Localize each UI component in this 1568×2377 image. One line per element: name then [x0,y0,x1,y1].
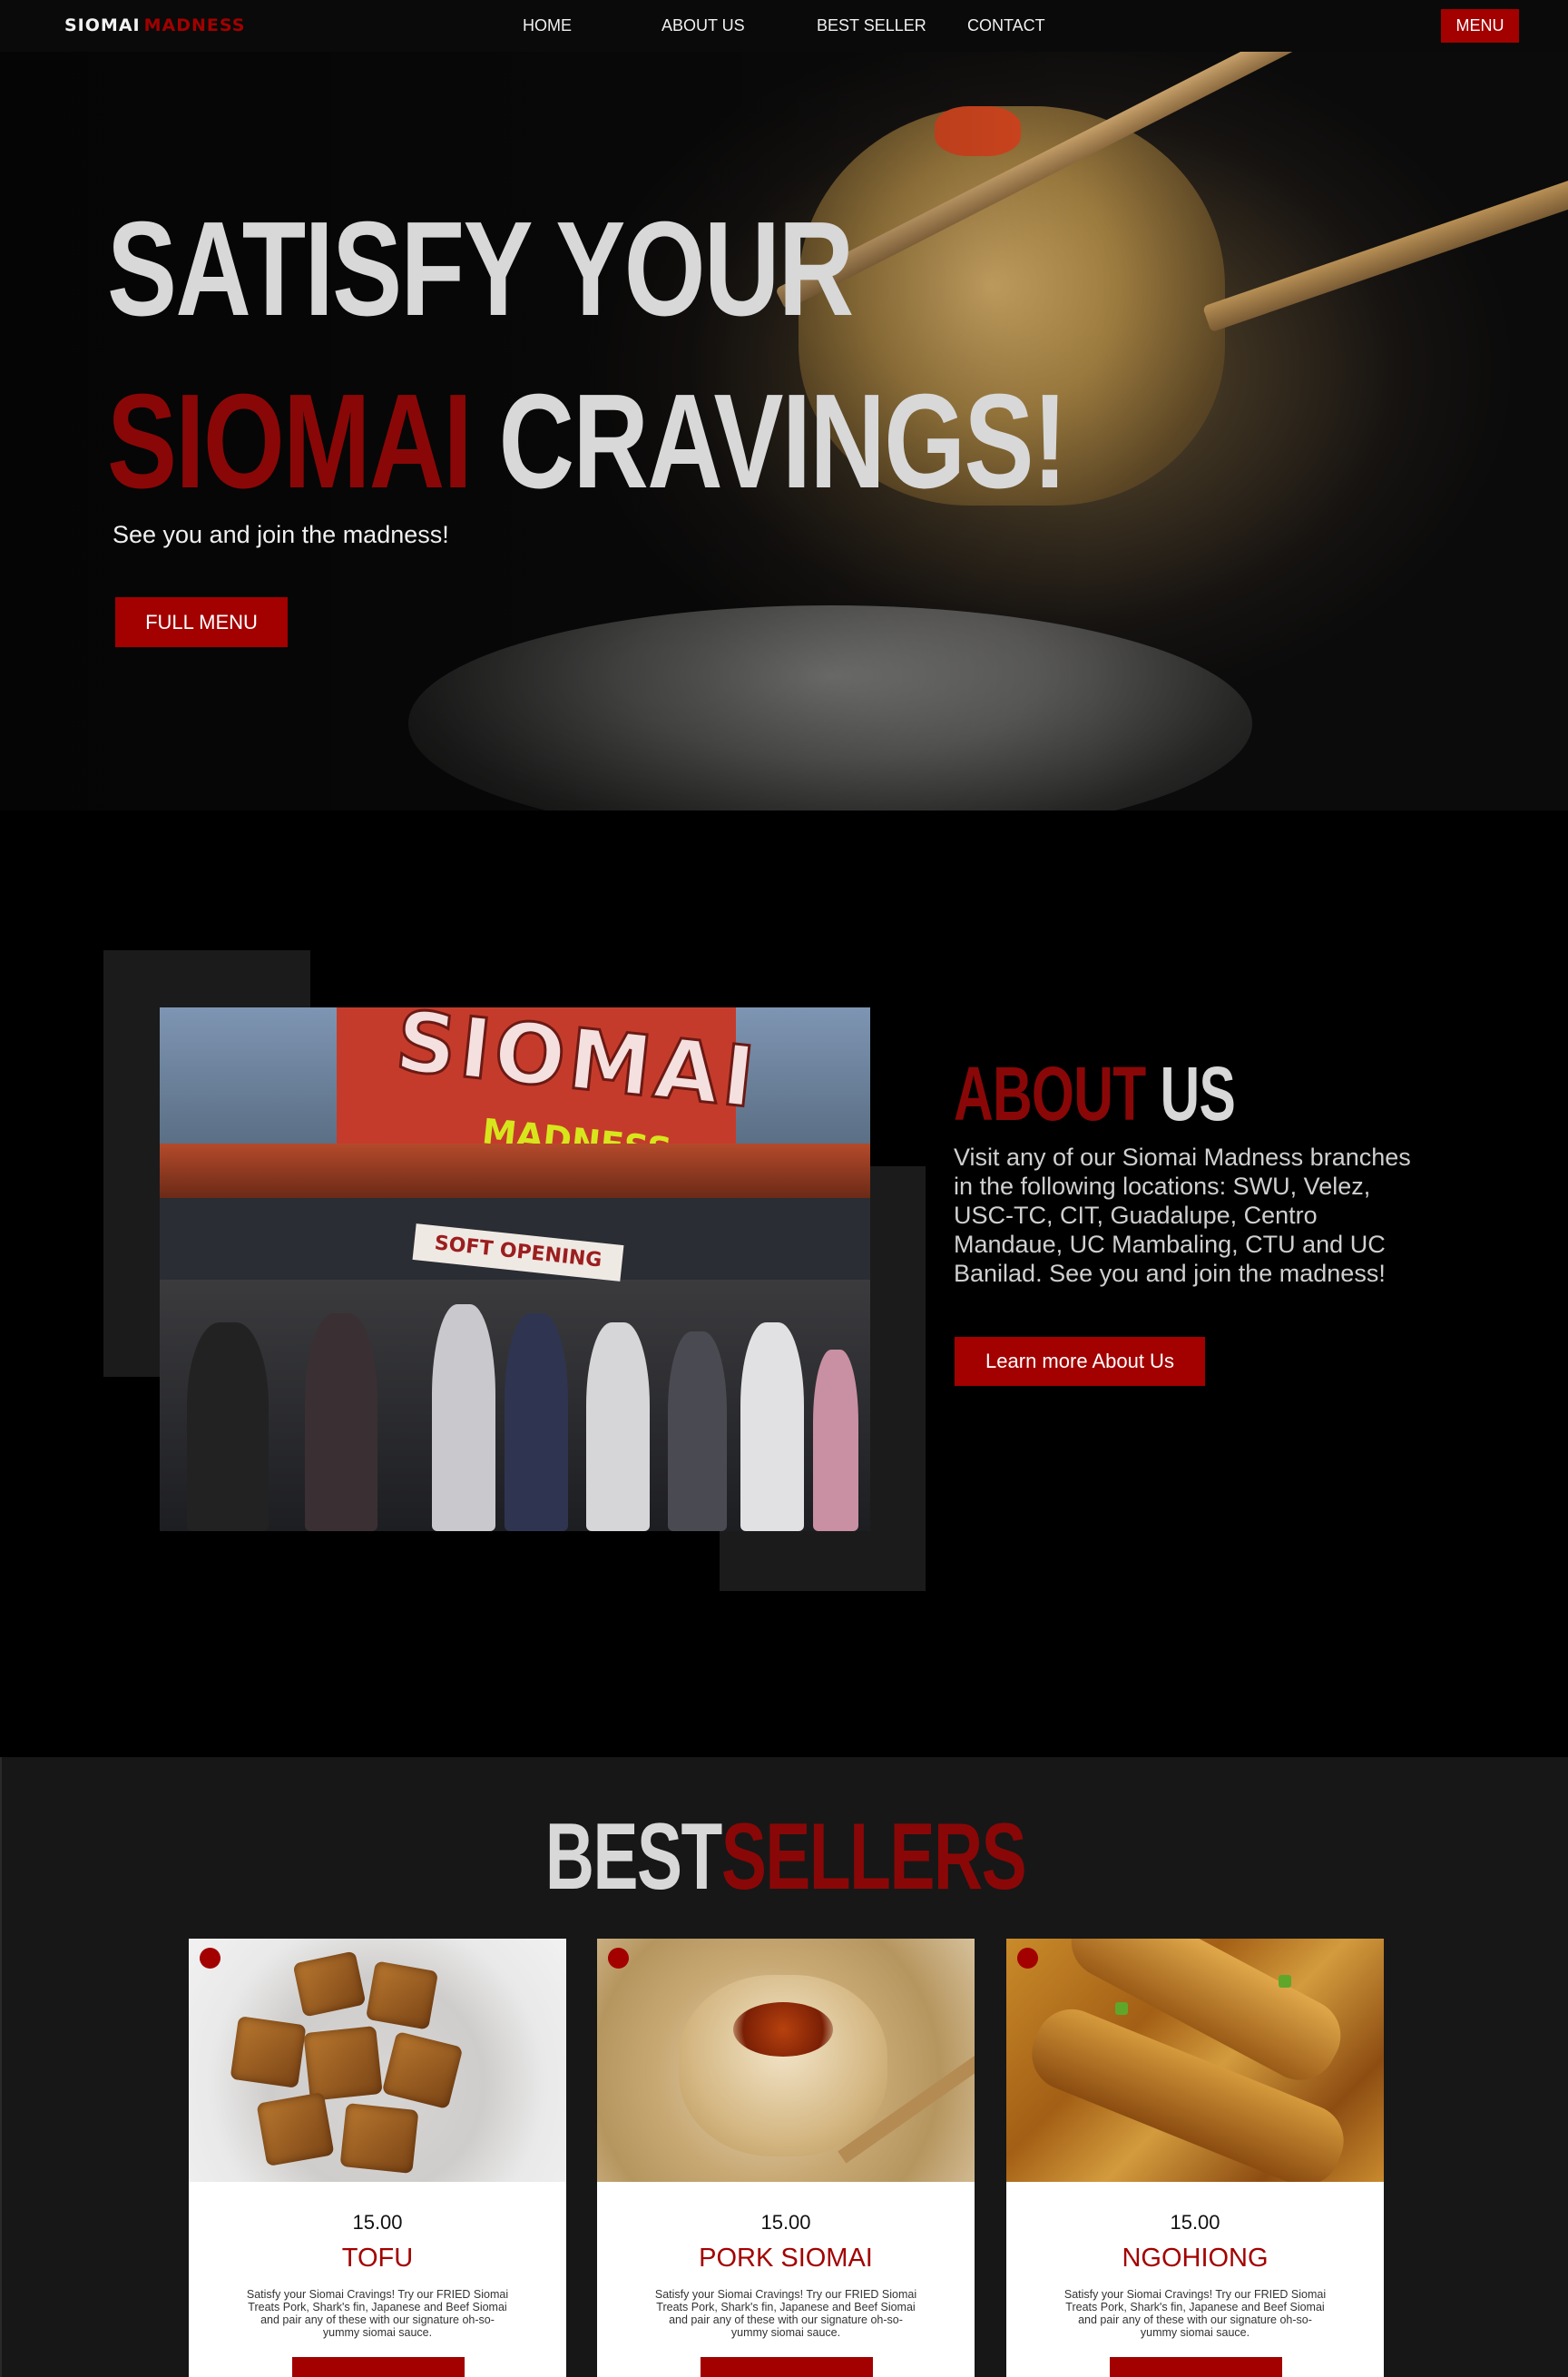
scallion-garnish [1279,1975,1291,1988]
about-title-rest: US [1160,1051,1236,1136]
nav-link-about-us[interactable]: ABOUT US [662,16,745,35]
menu-button[interactable]: MENU [1441,9,1519,43]
learn-more-button[interactable]: Learn more About Us [955,1337,1205,1386]
product-price: 15.00 [1170,2211,1220,2234]
pork-siomai-image [597,1939,975,2182]
soft-opening-banner: SOFT OPENING [412,1223,624,1282]
badge-dot [1017,1948,1038,1969]
person [668,1331,727,1531]
storefront-photo: SIOMAI MADNESS SOFT OPENING [160,1007,870,1531]
hero-line1: SATISFY YOUR [107,194,854,344]
bestsellers-title-a: BEST [545,1804,722,1910]
product-price: 15.00 [760,2211,811,2234]
tofu-cube [292,1950,367,2018]
tofu-cube [365,1960,439,2030]
about-description: Visit any of our Siomai Madness branches… [954,1144,1411,1287]
about-title-red: ABOUT [954,1051,1146,1136]
about-title: ABOUT US [954,1056,1236,1132]
tofu-cube [256,2092,335,2166]
person [187,1322,269,1531]
person [813,1350,858,1531]
product-card-ngohiong[interactable]: 15.00 NGOHIONG Satisfy your Siomai Cravi… [1006,1939,1384,2377]
hero-headline: SATISFY YOUR SIOMAI CRAVINGS! [107,183,1068,528]
person [505,1313,568,1531]
tofu-cube [303,2026,383,2101]
product-name: TOFU [341,2244,414,2273]
store-awning [160,1144,870,1198]
hero-subtitle: See you and join the madness! [113,521,449,548]
logo[interactable]: SIOMAI MADNESS [64,15,245,35]
product-name: PORK SIOMAI [699,2244,873,2273]
logo-part1: SIOMAI [64,15,141,35]
hero-line2-red: SIOMAI [107,367,473,516]
tofu-cube [381,2030,464,2110]
badge-dot [608,1948,629,1969]
product-card-tofu[interactable]: 15.00 TOFU Satisfy your Siomai Cravings!… [189,1939,566,2377]
logo-part2: MADNESS [143,15,246,35]
product-button[interactable] [292,2357,465,2377]
scallion-garnish [1115,2002,1128,2015]
tofu-cube [230,2016,307,2088]
person [740,1322,804,1531]
product-button[interactable] [701,2357,873,2377]
tofu-cube [339,2103,419,2174]
nav-link-contact[interactable]: CONTACT [967,16,1045,35]
top-navbar: SIOMAI MADNESS HOME ABOUT US BEST SELLER … [0,0,1568,52]
crowd [160,1280,870,1531]
person [305,1313,377,1531]
hero-line2-rest: CRAVINGS! [498,367,1068,516]
product-name: NGOHIONG [1122,2244,1269,2273]
person [586,1322,650,1531]
about-section: SIOMAI MADNESS SOFT OPENING ABOUT US Vis… [0,810,1568,1757]
bestsellers-title-b: SELLERS [721,1804,1027,1910]
hero-section: SATISFY YOUR SIOMAI CRAVINGS! See you an… [0,52,1568,810]
bestsellers-title: BESTSELLERS [2,1810,1568,1904]
nav-link-home[interactable]: HOME [523,16,572,35]
ngohiong-image [1006,1939,1384,2182]
person [432,1304,495,1531]
bestsellers-section: BESTSELLERS 15.00 TOFU Satisfy your Siom… [0,1757,1568,2377]
tofu-image [189,1939,566,2182]
chili-sauce [733,2002,833,2057]
badge-dot [200,1948,220,1969]
product-description: Satisfy your Siomai Cravings! Try our FR… [246,2288,509,2339]
nav-link-best-seller[interactable]: BEST SELLER [817,16,926,35]
product-description: Satisfy your Siomai Cravings! Try our FR… [1063,2288,1327,2339]
product-card-pork-siomai[interactable]: 15.00 PORK SIOMAI Satisfy your Siomai Cr… [597,1939,975,2377]
full-menu-button[interactable]: FULL MENU [115,597,288,647]
product-button[interactable] [1110,2357,1282,2377]
product-price: 15.00 [352,2211,403,2234]
product-description: Satisfy your Siomai Cravings! Try our FR… [654,2288,917,2339]
